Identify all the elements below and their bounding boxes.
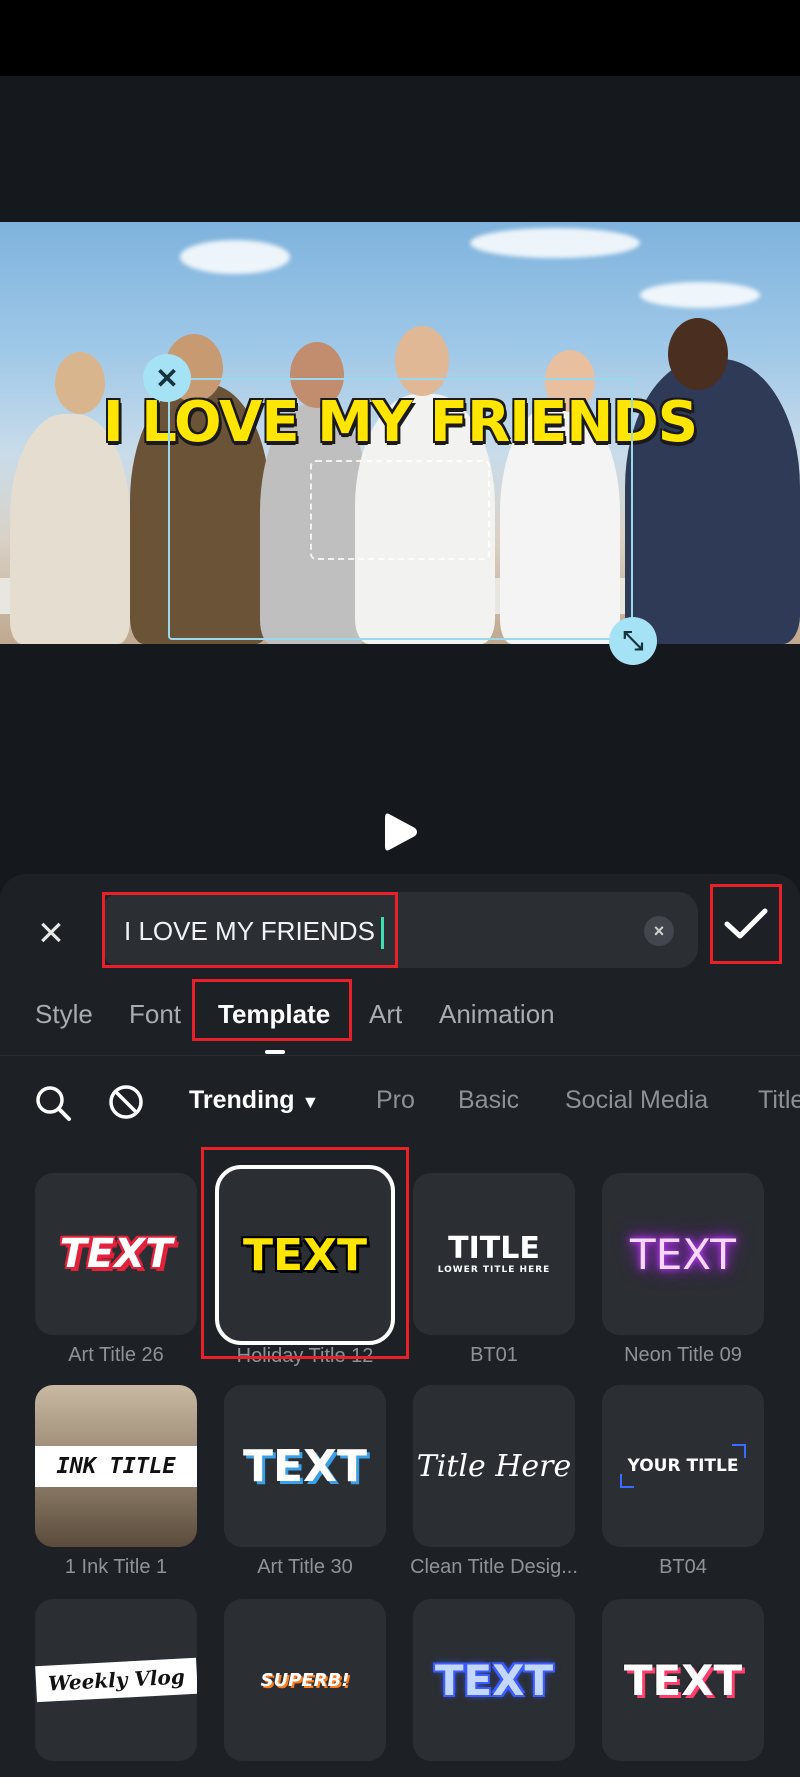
remove-text-close-icon[interactable]: ✕: [143, 354, 191, 402]
template-preview: TEXT: [242, 1440, 367, 1492]
search-icon[interactable]: [34, 1084, 72, 1122]
close-icon[interactable]: ×: [30, 911, 72, 955]
template-label: BT04: [659, 1556, 707, 1578]
category-trending[interactable]: Trending ▼: [189, 1086, 319, 1115]
category-pro[interactable]: Pro: [376, 1086, 415, 1115]
template-label: BT01: [470, 1344, 518, 1366]
status-bar: [0, 0, 800, 76]
tab-bar: Style Font Template Art Animation: [0, 985, 800, 1055]
template-preview: TEXT: [623, 1655, 743, 1705]
template-label: 1 Ink Title 1: [64, 1556, 168, 1578]
tab-animation[interactable]: Animation: [439, 999, 555, 1030]
play-icon[interactable]: [383, 810, 419, 854]
cloud-shape: [470, 228, 640, 258]
clear-text-icon[interactable]: ×: [644, 916, 674, 946]
template-card[interactable]: TITLE LOWER TITLE HERE: [413, 1173, 575, 1335]
divider: [0, 1055, 800, 1056]
highlight-selected-template: [201, 1147, 409, 1359]
template-card[interactable]: INK TITLE: [35, 1385, 197, 1547]
template-preview: YOUR TITLE: [619, 1444, 747, 1488]
checkmark-icon: [724, 908, 768, 939]
app-root: I LOVE MY FRIENDS ✕ ⤡ × I LOVE MY FRIEND…: [0, 0, 800, 1777]
template-label: Art Title 26: [68, 1344, 164, 1366]
template-card[interactable]: TEXT: [602, 1173, 764, 1335]
template-preview: TEXT: [59, 1231, 173, 1277]
template-preview: TEXT: [630, 1229, 736, 1279]
template-card[interactable]: TEXT: [224, 1385, 386, 1547]
frame-corner: [732, 1444, 747, 1458]
template-preview: Weekly Vlog: [35, 1657, 197, 1703]
frame-corner: [619, 1474, 634, 1488]
template-preview: SUPERB!: [260, 1669, 350, 1691]
template-preview: INK TITLE: [35, 1445, 197, 1487]
person-head: [668, 318, 728, 390]
caret-down-icon: ▼: [301, 1092, 320, 1112]
template-preview: Title Here: [416, 1448, 572, 1484]
confirm-checkmark-icon[interactable]: [710, 884, 782, 964]
resize-rotate-icon[interactable]: ⤡: [609, 617, 657, 665]
video-preview: I LOVE MY FRIENDS ✕ ⤡: [0, 76, 800, 874]
tab-style[interactable]: Style: [35, 999, 93, 1030]
tab-font[interactable]: Font: [129, 999, 181, 1030]
template-card[interactable]: Title Here: [413, 1385, 575, 1547]
category-title[interactable]: Title: [758, 1086, 800, 1115]
template-card[interactable]: YOUR TITLE: [602, 1385, 764, 1547]
tab-art[interactable]: Art: [369, 999, 402, 1030]
template-preview: TITLE LOWER TITLE HERE: [437, 1230, 551, 1275]
template-label: Neon Title 09: [624, 1344, 742, 1366]
highlight-tab-template: [192, 979, 352, 1041]
no-style-icon[interactable]: [108, 1084, 144, 1120]
template-card[interactable]: Weekly Vlog: [35, 1599, 197, 1761]
active-tab-indicator: [265, 1050, 285, 1054]
category-social-media[interactable]: Social Media: [565, 1086, 708, 1115]
highlight-text-input: [102, 892, 398, 968]
category-filter-row: Trending ▼ Pro Basic Social Media Title: [0, 1070, 800, 1130]
template-label: Art Title 30: [257, 1556, 353, 1578]
text-anchor-box: [310, 460, 490, 560]
template-card[interactable]: SUPERB!: [224, 1599, 386, 1761]
cloud-shape: [180, 240, 290, 274]
template-preview: TEXT: [434, 1655, 554, 1705]
template-label: Clean Title Desig...: [410, 1556, 578, 1578]
template-card[interactable]: TEXT: [602, 1599, 764, 1761]
template-card[interactable]: TEXT: [35, 1173, 197, 1335]
category-basic[interactable]: Basic: [458, 1086, 519, 1115]
template-card[interactable]: TEXT: [413, 1599, 575, 1761]
cloud-shape: [640, 282, 760, 308]
